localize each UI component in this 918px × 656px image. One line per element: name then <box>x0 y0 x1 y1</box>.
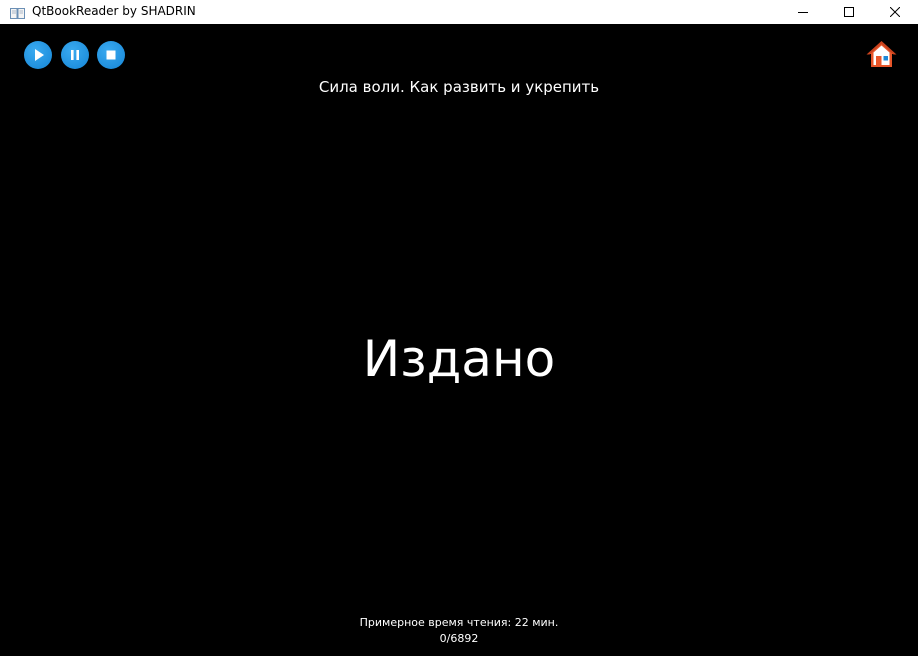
word-progress-counter: 0/6892 <box>439 632 479 645</box>
window-title: QtBookReader by SHADRIN <box>32 4 196 18</box>
pause-icon <box>71 50 79 60</box>
stop-icon <box>106 50 116 60</box>
minimize-button[interactable] <box>780 0 826 24</box>
home-icon <box>866 41 897 67</box>
play-button[interactable] <box>24 41 52 69</box>
app-window: QtBookReader by SHADRIN Сила воли. Как р… <box>0 0 918 656</box>
play-icon <box>35 49 44 61</box>
pause-button[interactable] <box>61 41 89 69</box>
maximize-button[interactable] <box>826 0 872 24</box>
maximize-icon <box>844 7 854 17</box>
title-bar: QtBookReader by SHADRIN <box>0 0 918 24</box>
reader-area: Сила воли. Как развить и укрепить Издано… <box>0 24 918 656</box>
home-button[interactable] <box>866 39 897 70</box>
open-book-icon <box>10 5 25 19</box>
close-icon <box>890 7 900 17</box>
close-button[interactable] <box>872 0 918 24</box>
book-title: Сила воли. Как развить и укрепить <box>318 78 600 96</box>
minimize-icon <box>798 12 808 13</box>
current-word: Издано <box>362 330 556 388</box>
reading-time-estimate: Примерное время чтения: 22 мин. <box>359 616 559 629</box>
stop-button[interactable] <box>97 41 125 69</box>
